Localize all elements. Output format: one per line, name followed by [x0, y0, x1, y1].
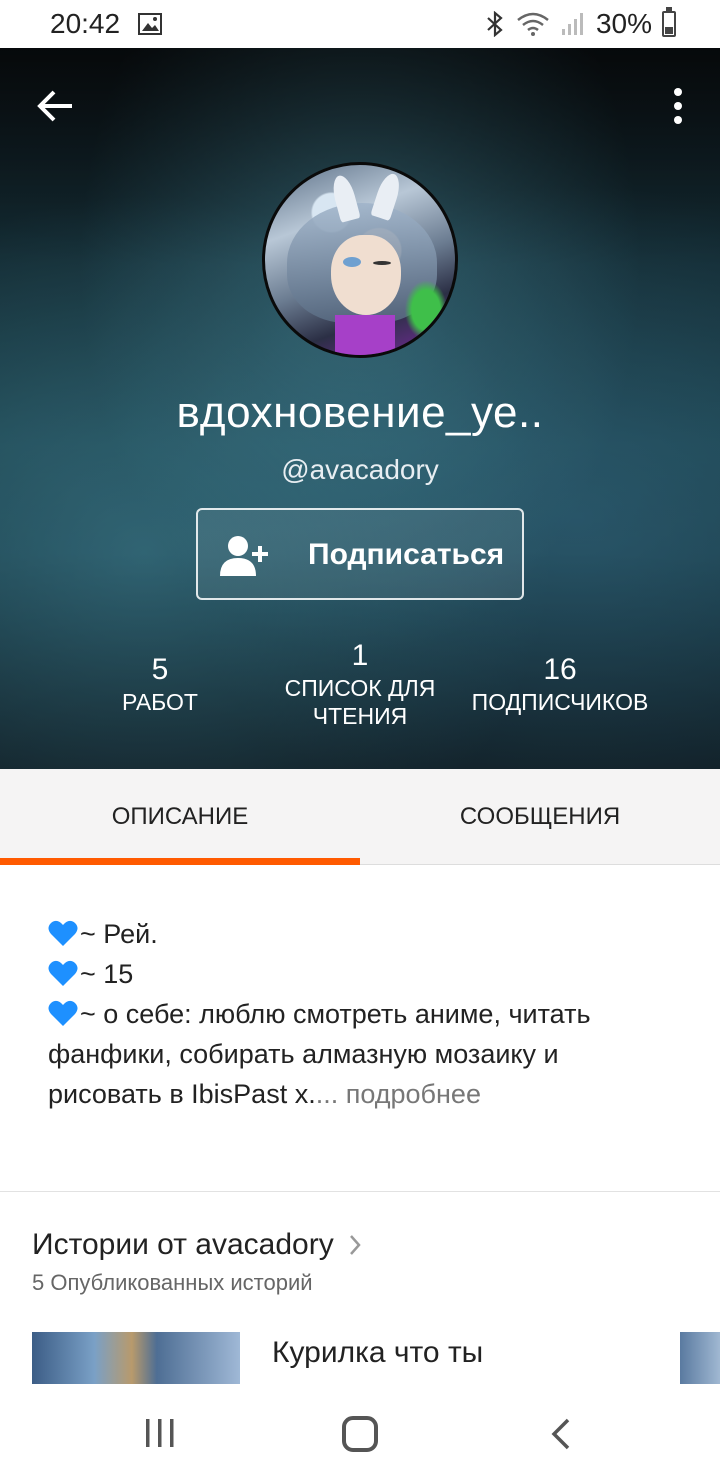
description-age: ~ 15 — [80, 959, 134, 989]
add-user-icon — [220, 536, 268, 576]
battery-icon — [662, 7, 676, 37]
status-indicators: 30% — [484, 7, 676, 40]
profile-header: вдохновение_уе.. @avacadory Подписаться … — [0, 48, 720, 769]
stories-header[interactable]: Истории от avacadory — [32, 1228, 362, 1262]
blue-heart-icon — [48, 1000, 78, 1026]
stat-followers-label: ПОДПИСЧИКОВ — [471, 689, 649, 715]
status-bar: 20:42 30% — [0, 0, 720, 48]
image-icon — [138, 13, 162, 35]
chevron-right-icon — [349, 1235, 361, 1255]
stat-followers[interactable]: 16 ПОДПИСЧИКОВ — [450, 652, 670, 716]
system-nav-bar — [0, 1384, 720, 1480]
home-icon[interactable] — [342, 1416, 378, 1452]
stat-works-label: РАБОТ — [122, 689, 198, 715]
stat-works[interactable]: 5 РАБОТ — [50, 652, 270, 716]
story-cover[interactable] — [680, 1332, 720, 1384]
description-line: ~ о себе: люблю смотреть аниме, читать — [48, 994, 672, 1034]
stat-followers-value: 16 — [543, 653, 577, 686]
status-time: 20:42 — [50, 8, 121, 39]
recents-icon[interactable] — [144, 1418, 176, 1448]
stat-works-value: 5 — [151, 653, 169, 686]
wifi-icon — [517, 12, 549, 36]
blue-heart-icon — [48, 960, 78, 986]
display-name: вдохновение_уе.. — [176, 388, 544, 437]
follow-button[interactable]: Подписаться — [196, 508, 524, 600]
description-line: фанфики, собирать алмазную мозаику и — [48, 1039, 559, 1069]
description-line: ~ Рей. — [48, 914, 672, 954]
description-line: ~ 15 — [48, 954, 672, 994]
follow-button-label: Подписаться — [308, 538, 505, 571]
stat-reading-lists-label-line2: ЧТЕНИЯ — [312, 703, 408, 729]
more-vertical-icon[interactable] — [666, 82, 690, 130]
battery-percent: 30% — [595, 8, 652, 39]
stat-reading-lists[interactable]: 1 СПИСОК ДЛЯ ЧТЕНИЯ — [250, 638, 470, 730]
blue-heart-icon — [48, 920, 78, 946]
arrow-left-icon[interactable] — [32, 82, 80, 130]
signal-icon — [561, 13, 583, 35]
story-cover[interactable] — [32, 1332, 240, 1384]
profile-description: ~ Рей. ~ 15 ~ о себе: люблю смотреть ани… — [48, 914, 672, 1114]
description-name: ~ Рей. — [80, 919, 158, 949]
description-about: ~ о себе: люблю смотреть аниме, читать — [80, 999, 591, 1029]
description-line: рисовать в IbisPast x.... подробнее — [48, 1074, 672, 1114]
tab-description[interactable]: ОПИСАНИЕ — [0, 769, 360, 865]
username: @avacadory — [281, 454, 439, 485]
description-text: рисовать в IbisPast x. — [48, 1079, 316, 1109]
profile-tabs: ОПИСАНИЕ СООБЩЕНИЯ — [0, 769, 720, 865]
stories-count: 5 Опубликованных историй — [32, 1270, 313, 1295]
tab-messages[interactable]: СООБЩЕНИЯ — [360, 769, 720, 865]
read-more-link[interactable]: ... подробнее — [316, 1079, 481, 1109]
stories-title: Истории от avacadory — [32, 1228, 334, 1261]
bluetooth-icon — [487, 11, 503, 37]
section-divider — [0, 1191, 720, 1192]
story-title[interactable]: Курилка что ты — [272, 1336, 483, 1384]
active-tab-indicator — [0, 858, 360, 865]
avatar[interactable] — [262, 162, 458, 358]
back-icon[interactable] — [550, 1418, 572, 1450]
stat-reading-lists-label-line1: СПИСОК ДЛЯ — [284, 675, 436, 701]
stat-reading-lists-value: 1 — [351, 639, 369, 672]
